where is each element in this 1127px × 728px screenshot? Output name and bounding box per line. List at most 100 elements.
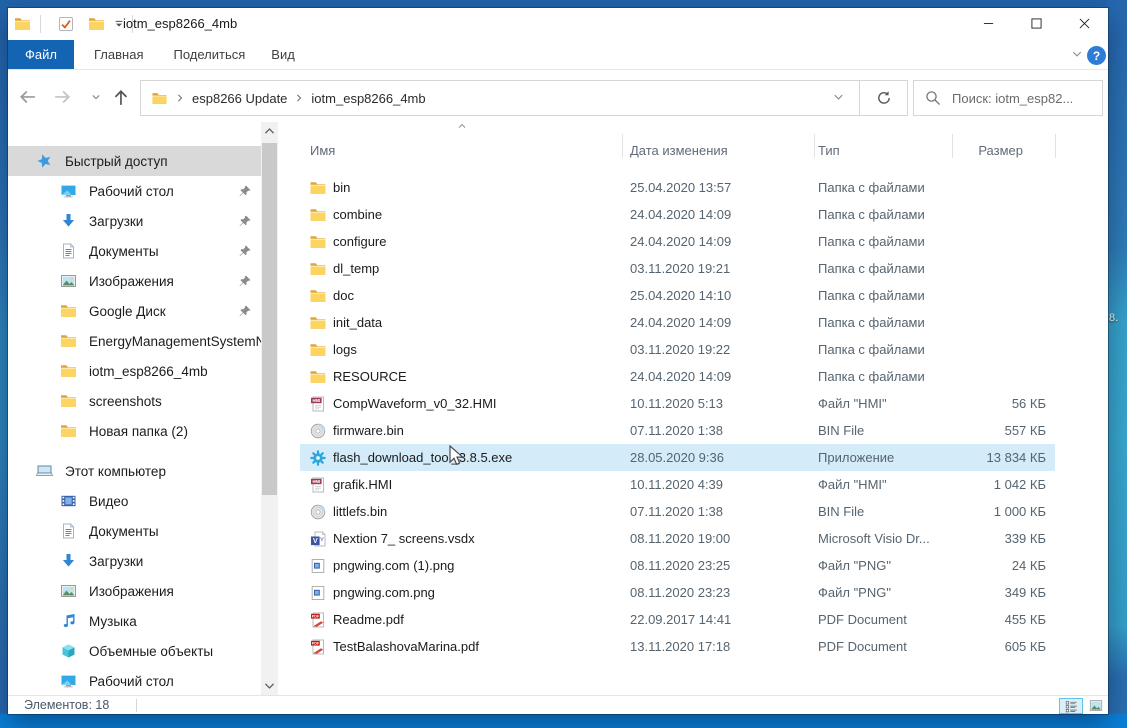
file-row[interactable]: combine24.04.2020 14:09Папка с файлами bbox=[300, 201, 1055, 228]
column-header-type[interactable]: Тип bbox=[814, 143, 952, 158]
file-name: doc bbox=[333, 288, 354, 303]
sort-ascending-icon[interactable] bbox=[455, 120, 469, 132]
sidebar-item[interactable]: Объемные объекты bbox=[8, 636, 261, 666]
sidebar-item[interactable]: Этот компьютер bbox=[8, 456, 261, 486]
ribbon-collapse-chevron-icon[interactable] bbox=[1070, 48, 1084, 60]
file-row[interactable]: logs03.11.2020 19:22Папка с файлами bbox=[300, 336, 1055, 363]
music-icon bbox=[60, 613, 77, 629]
file-row[interactable]: bin25.04.2020 13:57Папка с файлами bbox=[300, 174, 1055, 201]
visio-file-icon: V bbox=[310, 531, 326, 547]
file-name: dl_temp bbox=[333, 261, 379, 276]
breadcrumb-chevron-icon[interactable] bbox=[294, 93, 304, 103]
sidebar-item[interactable]: Документы bbox=[8, 516, 261, 546]
sidebar-item[interactable]: Google Диск bbox=[8, 296, 261, 326]
tab-home[interactable]: Главная bbox=[92, 40, 145, 69]
file-name-cell: logs bbox=[300, 342, 622, 358]
file-row[interactable]: VNextion 7_ screens.vsdx08.11.2020 19:00… bbox=[300, 525, 1055, 552]
png-file-icon bbox=[310, 558, 326, 574]
file-row[interactable]: pngwing.com.png08.11.2020 23:23Файл "PNG… bbox=[300, 579, 1055, 606]
desktop-wallpaper-band bbox=[0, 714, 1127, 728]
column-separator[interactable] bbox=[952, 134, 953, 158]
gear-file-icon bbox=[310, 450, 326, 466]
file-date: 25.04.2020 13:57 bbox=[622, 180, 814, 195]
sidebar-item[interactable]: Быстрый доступ bbox=[8, 146, 261, 176]
scrollbar-down-icon[interactable] bbox=[263, 679, 276, 692]
address-dropdown-chevron-icon[interactable] bbox=[832, 91, 845, 103]
explorer-window: iotm_esp8266_4mb Файл Главная Поделиться Ви… bbox=[8, 8, 1108, 714]
file-name-cell: pngwing.com.png bbox=[300, 585, 622, 601]
up-button-icon[interactable] bbox=[112, 88, 130, 106]
sidebar-item[interactable]: Изображения bbox=[8, 266, 261, 296]
file-row[interactable]: pngwing.com (1).png08.11.2020 23:25Файл … bbox=[300, 552, 1055, 579]
sidebar-item[interactable]: Рабочий стол bbox=[8, 176, 261, 206]
tab-share[interactable]: Поделиться bbox=[171, 40, 247, 69]
sidebar-scrollbar-thumb[interactable] bbox=[262, 143, 277, 495]
tab-file[interactable]: Файл bbox=[8, 40, 74, 69]
search-input[interactable] bbox=[914, 81, 1102, 115]
sidebar-item-label: Объемные объекты bbox=[89, 644, 213, 659]
pin-icon bbox=[239, 185, 251, 197]
column-header-name[interactable]: Имя bbox=[300, 143, 622, 158]
column-separator[interactable] bbox=[1055, 134, 1056, 158]
file-type: Папка с файлами bbox=[814, 369, 952, 384]
close-button[interactable] bbox=[1060, 8, 1108, 38]
file-row[interactable]: HMIgrafik.HMI10.11.2020 4:39Файл "HMI"1 … bbox=[300, 471, 1055, 498]
maximize-button[interactable] bbox=[1012, 8, 1060, 38]
forward-button-icon[interactable] bbox=[54, 88, 72, 106]
file-row[interactable]: HMICompWaveform_v0_32.HMI10.11.2020 5:13… bbox=[300, 390, 1055, 417]
file-size: 13 834 КБ bbox=[952, 450, 1055, 465]
qat-folder-icon[interactable] bbox=[88, 16, 105, 32]
back-button-icon[interactable] bbox=[18, 88, 36, 106]
navigation-toolbar: esp8266 Update iotm_esp8266_4mb bbox=[8, 70, 1108, 122]
file-row[interactable]: PDFTestBalashovaMarina.pdf13.11.2020 17:… bbox=[300, 633, 1055, 660]
scrollbar-up-icon[interactable] bbox=[263, 125, 276, 138]
items-count: Элементов: 18 bbox=[24, 696, 109, 714]
sidebar-item[interactable]: Рабочий стол bbox=[8, 666, 261, 696]
file-row[interactable]: flash_download_tool_3.8.5.exe28.05.2020 … bbox=[300, 444, 1055, 471]
breadcrumb-item[interactable]: iotm_esp8266_4mb bbox=[311, 91, 425, 106]
column-separator[interactable] bbox=[814, 134, 815, 158]
sidebar-item[interactable]: Изображения bbox=[8, 576, 261, 606]
folder-icon bbox=[60, 393, 77, 409]
address-bar[interactable]: esp8266 Update iotm_esp8266_4mb bbox=[140, 80, 860, 116]
qat-checkbox-icon[interactable] bbox=[58, 16, 74, 32]
details-view-button[interactable] bbox=[1059, 698, 1083, 714]
file-type: Файл "PNG" bbox=[814, 585, 952, 600]
tab-view[interactable]: Вид bbox=[269, 40, 297, 69]
sidebar-item[interactable]: Видео bbox=[8, 486, 261, 516]
file-row[interactable]: littlefs.bin07.11.2020 1:38BIN File1 000… bbox=[300, 498, 1055, 525]
thumbnails-view-button[interactable] bbox=[1086, 698, 1105, 713]
sidebar-item[interactable]: screenshots bbox=[8, 386, 261, 416]
file-row[interactable]: doc25.04.2020 14:10Папка с файлами bbox=[300, 282, 1055, 309]
sidebar-item[interactable]: EnergyManagementSystemN bbox=[8, 326, 261, 356]
file-row[interactable]: dl_temp03.11.2020 19:21Папка с файлами bbox=[300, 255, 1055, 282]
file-row[interactable]: init_data24.04.2020 14:09Папка с файлами bbox=[300, 309, 1055, 336]
column-separator[interactable] bbox=[622, 134, 623, 158]
file-date: 07.11.2020 1:38 bbox=[622, 423, 814, 438]
breadcrumb-chevron-icon[interactable] bbox=[175, 93, 185, 103]
column-header-date[interactable]: Дата изменения bbox=[622, 143, 814, 158]
file-row[interactable]: RESOURCE24.04.2020 14:09Папка с файлами bbox=[300, 363, 1055, 390]
file-row[interactable]: configure24.04.2020 14:09Папка с файлами bbox=[300, 228, 1055, 255]
sidebar-item[interactable]: iotm_esp8266_4mb bbox=[8, 356, 261, 386]
file-type: PDF Document bbox=[814, 639, 952, 654]
sidebar-item[interactable]: Документы bbox=[8, 236, 261, 266]
file-date: 07.11.2020 1:38 bbox=[622, 504, 814, 519]
sidebar-item[interactable]: Загрузки bbox=[8, 546, 261, 576]
folder-icon bbox=[60, 333, 77, 349]
sidebar-item[interactable]: Новая папка (2) bbox=[8, 416, 261, 446]
file-row[interactable]: firmware.bin07.11.2020 1:38BIN File557 К… bbox=[300, 417, 1055, 444]
recent-locations-chevron-icon[interactable] bbox=[90, 92, 102, 102]
file-row[interactable]: PDFReadme.pdf22.09.2017 14:41PDF Documen… bbox=[300, 606, 1055, 633]
breadcrumb-item[interactable]: esp8266 Update bbox=[192, 91, 287, 106]
folder-file-icon bbox=[310, 315, 326, 331]
sidebar-scrollbar[interactable] bbox=[261, 122, 278, 695]
column-header-size[interactable]: Размер bbox=[952, 143, 1055, 158]
sidebar-item[interactable]: Загрузки bbox=[8, 206, 261, 236]
help-button[interactable]: ? bbox=[1087, 46, 1106, 65]
search-box[interactable] bbox=[913, 80, 1103, 116]
sidebar-item[interactable]: Музыка bbox=[8, 606, 261, 636]
file-name-cell: combine bbox=[300, 207, 622, 223]
minimize-button[interactable] bbox=[964, 8, 1012, 38]
refresh-button[interactable] bbox=[859, 80, 908, 116]
